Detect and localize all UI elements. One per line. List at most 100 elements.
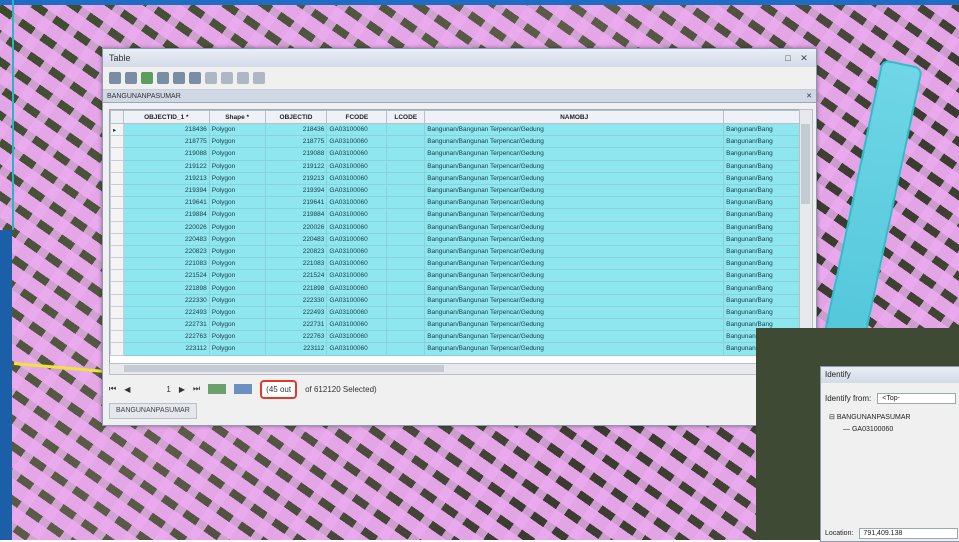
table-cell[interactable]: Bangunan/Bang — [723, 281, 800, 295]
tab-close-icon[interactable]: ✕ — [806, 92, 812, 100]
layer-tab[interactable]: BANGUNANPASUMAR ✕ — [103, 90, 816, 103]
identify-window[interactable]: Identify Identify from: <Top- ⊟ BANGUNAN… — [820, 366, 959, 542]
table-cell[interactable] — [386, 330, 426, 344]
attribute-table[interactable]: OBJECTID_1 * Shape * OBJECTID FCODE LCOD… — [109, 109, 801, 365]
table-cell[interactable]: Bangunan/Bangunan Terpencar/Gedung — [424, 208, 725, 222]
table-cell[interactable]: GA03100060 — [326, 122, 388, 137]
table-cell[interactable]: Polygon — [208, 257, 266, 271]
column-header[interactable]: LCODE — [386, 110, 426, 124]
table-cell[interactable]: 222763 — [264, 330, 328, 344]
table-cell[interactable]: GA03100060 — [326, 183, 388, 198]
table-cell[interactable]: Bangunan/Bang — [723, 122, 800, 137]
close-icon[interactable]: ✕ — [798, 52, 810, 64]
table-cell[interactable]: Bangunan/Bang — [723, 183, 800, 198]
table-cell[interactable]: Bangunan/Bangunan Terpencar/Gedung — [424, 122, 725, 137]
table-row[interactable]: 220483 Polygon 220483 GA03100060 Bangunan/Ba… — [110, 232, 800, 246]
table-cell[interactable] — [386, 232, 426, 246]
table-cell[interactable] — [386, 159, 426, 173]
table-row[interactable]: 218775 Polygon 218775 GA03100060 Bangunan/Ba… — [110, 135, 800, 149]
bottom-layer-tab[interactable]: BANGUNANPASUMAR — [109, 403, 197, 419]
table-cell[interactable]: Bangunan/Bangunan Terpencar/Gedung — [424, 220, 725, 234]
table-cell[interactable]: Polygon — [208, 232, 266, 246]
table-cell[interactable]: Bangunan/Bang — [723, 159, 800, 173]
table-cell[interactable]: Polygon — [208, 317, 266, 332]
switch-selection-icon[interactable] — [157, 72, 169, 84]
table-cell[interactable]: Bangunan/Bang — [723, 208, 800, 222]
table-cell[interactable]: 218775 — [264, 135, 328, 149]
table-cell[interactable]: Polygon — [208, 220, 266, 234]
next-record-icon[interactable]: ▶ — [179, 385, 185, 394]
table-cell[interactable]: 222763 — [122, 330, 210, 344]
select-by-attributes-icon[interactable] — [141, 72, 153, 84]
delete-icon[interactable] — [253, 72, 265, 84]
table-cell[interactable]: Bangunan/Bangunan Terpencar/Gedung — [424, 232, 725, 246]
table-cell[interactable]: Bangunan/Bangunan Terpencar/Gedung — [424, 330, 725, 344]
table-cell[interactable]: Bangunan/Bangunan Terpencar/Gedung — [424, 269, 725, 283]
scroll-thumb[interactable] — [801, 124, 810, 204]
table-cell[interactable]: GA03100060 — [326, 196, 388, 210]
table-cell[interactable]: GA03100060 — [326, 342, 388, 356]
row-selector[interactable] — [110, 330, 124, 344]
vertical-scrollbar[interactable] — [799, 109, 813, 365]
table-cell[interactable] — [386, 281, 426, 295]
column-header[interactable]: OBJECTID — [264, 110, 328, 124]
table-row[interactable]: 221524 Polygon 221524 GA03100060 Bangunan/Ba… — [110, 269, 800, 283]
table-cell[interactable] — [386, 305, 426, 320]
table-cell[interactable]: 220026 — [122, 220, 210, 234]
table-cell[interactable]: 222731 — [122, 317, 210, 332]
table-cell[interactable]: 222330 — [264, 293, 328, 307]
row-selector[interactable] — [110, 293, 124, 307]
table-cell[interactable]: 220026 — [264, 220, 328, 234]
table-cell[interactable]: Bangunan/Bangunan Terpencar/Gedung — [424, 244, 725, 259]
table-cell[interactable] — [386, 317, 426, 332]
table-cell[interactable]: 220823 — [122, 244, 210, 259]
table-cell[interactable] — [386, 208, 426, 222]
delete-selected-icon[interactable] — [205, 72, 217, 84]
table-cell[interactable]: Bangunan/Bangunan Terpencar/Gedung — [424, 293, 725, 307]
table-cell[interactable]: 219394 — [264, 183, 328, 198]
table-cell[interactable]: Bangunan/Bangunan Terpencar/Gedung — [424, 342, 725, 356]
table-cell[interactable]: 218436 — [122, 122, 210, 137]
show-selected-records-icon[interactable] — [234, 384, 253, 394]
table-row[interactable]: 220026 Polygon 220026 GA03100060 Bangunan/Ba… — [110, 220, 800, 234]
row-selector[interactable] — [110, 257, 124, 271]
row-selector[interactable] — [110, 244, 124, 259]
first-record-icon[interactable]: ⏮ — [109, 384, 116, 394]
related-tables-icon[interactable] — [125, 72, 137, 84]
table-cell[interactable]: GA03100060 — [326, 159, 388, 173]
table-cell[interactable] — [386, 257, 426, 271]
table-row[interactable]: 222330 Polygon 222330 GA03100060 Bangunan/Ba… — [110, 293, 800, 307]
table-cell[interactable] — [386, 196, 426, 210]
table-cell[interactable]: Bangunan/Bangunan Terpencar/Gedung — [424, 147, 725, 161]
table-cell[interactable] — [386, 293, 426, 307]
table-cell[interactable]: 220823 — [264, 244, 328, 259]
table-cell[interactable]: GA03100060 — [326, 269, 388, 283]
table-cell[interactable]: 222731 — [264, 317, 328, 332]
table-cell[interactable]: GA03100060 — [326, 317, 388, 332]
zoom-to-selected-icon[interactable] — [189, 72, 201, 84]
row-selector[interactable] — [110, 342, 124, 356]
table-row[interactable]: 219213 Polygon 219213 GA03100060 Bangunan/Ba… — [110, 171, 800, 185]
table-cell[interactable]: Bangunan/Bangunan Terpencar/Gedung — [424, 171, 725, 185]
row-selector[interactable] — [110, 281, 124, 295]
table-cell[interactable]: Bangunan/Bangunan Terpencar/Gedung — [424, 281, 725, 295]
column-header[interactable]: NAMOBJ — [424, 110, 725, 124]
row-selector[interactable] — [110, 208, 124, 222]
table-cell[interactable]: Polygon — [208, 269, 266, 283]
table-cell[interactable]: Polygon — [208, 159, 266, 173]
table-cell[interactable]: 218775 — [122, 135, 210, 149]
table-row[interactable]: 221898 Polygon 221898 GA03100060 Bangunan/Ba… — [110, 281, 800, 295]
column-header[interactable]: Shape * — [208, 110, 266, 124]
table-cell[interactable]: Bangunan/Bang — [723, 244, 800, 259]
column-header[interactable]: FCODE — [326, 110, 388, 124]
tree-child-item[interactable]: — GA03100060 — [829, 424, 952, 436]
table-cell[interactable]: Bangunan/Bangunan Terpencar/Gedung — [424, 257, 725, 271]
last-record-icon[interactable]: ⏭ — [193, 384, 200, 394]
table-cell[interactable]: 222493 — [264, 305, 328, 320]
horizontal-scrollbar[interactable] — [109, 363, 813, 375]
table-cell[interactable]: GA03100060 — [326, 244, 388, 259]
table-cell[interactable]: 219122 — [264, 159, 328, 173]
table-cell[interactable]: Bangunan/Bang — [723, 196, 800, 210]
show-all-records-icon[interactable] — [208, 384, 227, 394]
table-cell[interactable]: Bangunan/Bang — [723, 147, 800, 161]
